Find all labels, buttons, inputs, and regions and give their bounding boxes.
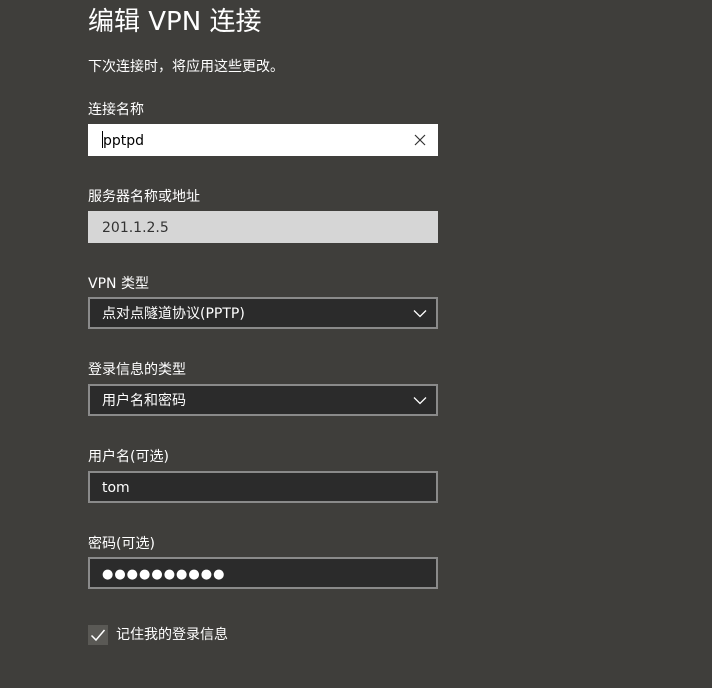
chevron-down-icon — [413, 309, 427, 317]
vpn-type-value: 点对点隧道协议(PPTP) — [102, 306, 245, 322]
signin-type-chevron — [412, 391, 428, 409]
signin-type-select[interactable]: 用户名和密码 — [88, 384, 438, 416]
connection-name-input[interactable]: pptpd — [88, 124, 438, 156]
username-value: tom — [102, 480, 130, 496]
password-label: 密码(可选) — [88, 536, 155, 552]
vpn-type-chevron — [412, 304, 428, 322]
page-subtitle: 下次连接时，将应用这些更改。 — [88, 59, 284, 75]
chevron-down-icon — [413, 396, 427, 404]
checkmark-icon — [90, 629, 106, 642]
username-input[interactable]: tom — [88, 471, 438, 503]
vpn-type-label: VPN 类型 — [88, 276, 149, 292]
clear-button[interactable] — [408, 128, 432, 152]
remember-signin-row[interactable]: 记住我的登录信息 — [88, 624, 228, 646]
remember-checkbox[interactable] — [88, 625, 108, 645]
vpn-type-select[interactable]: 点对点隧道协议(PPTP) — [88, 297, 438, 329]
remember-label: 记住我的登录信息 — [116, 627, 228, 643]
signin-type-label: 登录信息的类型 — [88, 362, 186, 378]
connection-name-value: pptpd — [103, 133, 145, 149]
password-value: ●●●●●●●●●● — [102, 567, 226, 582]
signin-type-value: 用户名和密码 — [102, 393, 186, 409]
server-input[interactable]: 201.1.2.5 — [88, 211, 438, 243]
password-input[interactable]: ●●●●●●●●●● — [88, 557, 438, 589]
server-value: 201.1.2.5 — [102, 220, 169, 236]
server-label: 服务器名称或地址 — [88, 189, 200, 205]
connection-name-label: 连接名称 — [88, 102, 144, 118]
username-label: 用户名(可选) — [88, 449, 169, 465]
close-icon — [414, 134, 426, 146]
page-title: 编辑 VPN 连接 — [88, 7, 262, 37]
